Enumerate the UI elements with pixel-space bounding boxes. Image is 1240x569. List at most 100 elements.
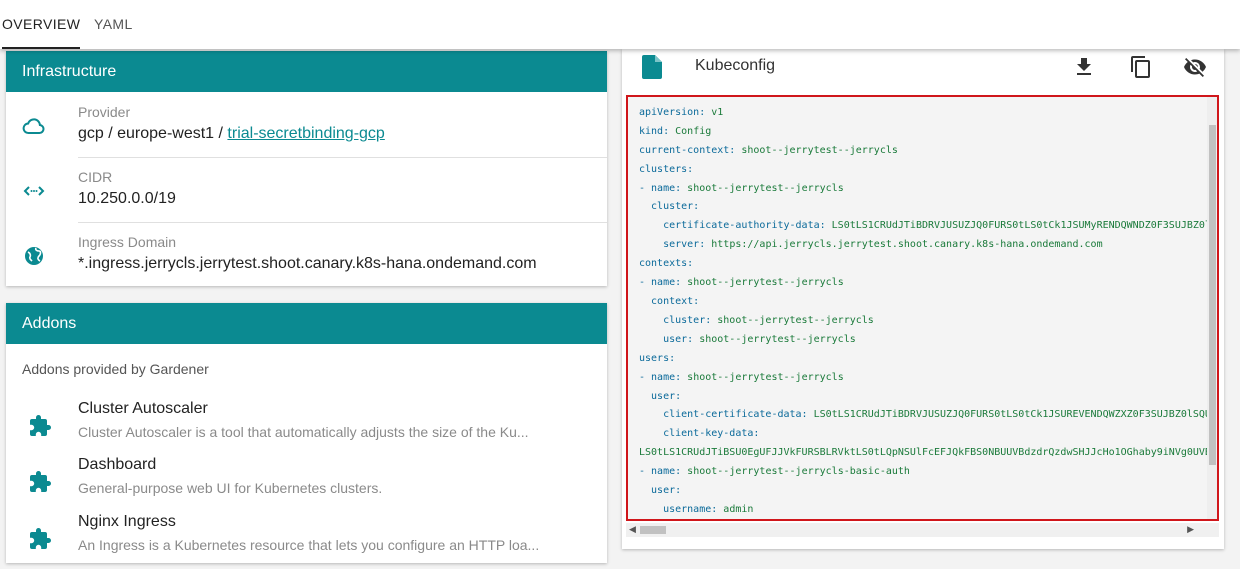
addon-description: General-purpose web UI for Kubernetes cl… xyxy=(78,480,383,496)
yaml-key: contexts: xyxy=(639,258,694,270)
addons-subtitle: Addons provided by Gardener xyxy=(22,361,209,377)
yaml-key: kind: xyxy=(639,125,670,137)
yaml-value: shoot--jerrytest--jerrycls xyxy=(681,371,844,383)
addon-name: Nginx Ingress xyxy=(78,513,176,530)
cidr-row: CIDR 10.250.0.0/19 xyxy=(6,157,607,222)
yaml-key: --- xyxy=(639,97,657,99)
code-line: users: xyxy=(639,350,1211,369)
yaml-value: shoot--jerrytest--jerrycls xyxy=(735,144,898,156)
addon-name: Cluster Autoscaler xyxy=(78,400,208,417)
horizontal-scrollbar[interactable]: ◀ ▶ xyxy=(626,523,1219,537)
code-line: --- xyxy=(639,97,1211,104)
yaml-key: client-certificate-data: xyxy=(639,409,808,421)
code-line: - name: shoot--jerrytest--jerrycls-basic… xyxy=(639,463,1211,482)
cidr-value: 10.250.0.0/19 xyxy=(78,190,176,207)
yaml-key: users: xyxy=(639,352,676,364)
yaml-key: server: xyxy=(639,239,706,251)
addon-description: An Ingress is a Kubernetes resource that… xyxy=(78,537,540,553)
ingress-row: Ingress Domain *.ingress.jerrycls.jerryt… xyxy=(6,222,607,287)
code-line: username: admin xyxy=(639,501,1211,519)
yaml-key: apiVersion: xyxy=(639,106,706,118)
code-line: - name: shoot--jerrytest--jerrycls xyxy=(639,369,1211,388)
addon-item: Cluster Autoscaler Cluster Autoscaler is… xyxy=(6,400,607,456)
infrastructure-card: Infrastructure Provider gcp / europe-wes… xyxy=(6,51,607,286)
code-line: server: https://api.jerrycls.jerrytest.s… xyxy=(639,236,1211,255)
yaml-value: shoot--jerrytest--jerrycls xyxy=(693,333,856,345)
ingress-value: *.ingress.jerrycls.jerrytest.shoot.canar… xyxy=(78,255,537,272)
code-line: cluster: shoot--jerrytest--jerrycls xyxy=(639,312,1211,331)
code-line: - name: shoot--jerrytest--jerrycls xyxy=(639,274,1211,293)
addons-card: Addons Addons provided by Gardener Clust… xyxy=(6,303,607,563)
tab-bar: OVERVIEW YAML xyxy=(0,0,1240,49)
yaml-key: current-context: xyxy=(639,144,736,156)
tab-yaml[interactable]: YAML xyxy=(94,0,133,49)
provider-value: gcp / europe-west1 / trial-secretbinding… xyxy=(78,125,385,143)
copy-icon[interactable] xyxy=(1129,55,1153,79)
code-brackets-icon xyxy=(23,186,45,196)
secretbinding-link[interactable]: trial-secretbinding-gcp xyxy=(227,125,384,142)
globe-icon xyxy=(25,247,43,265)
code-line: certificate-authority-data: LS0tLS1CRUdJ… xyxy=(639,217,1211,236)
yaml-value: https://api.jerrycls.jerrytest.shoot.can… xyxy=(705,239,1103,251)
code-line: apiVersion: v1 xyxy=(639,104,1211,123)
code-line: user: xyxy=(639,482,1211,501)
addon-item: Dashboard General-purpose web UI for Kub… xyxy=(6,456,607,512)
yaml-value: admin xyxy=(717,503,754,515)
yaml-key: username: xyxy=(639,503,718,515)
vertical-scrollbar[interactable] xyxy=(1207,97,1217,519)
code-line: contexts: xyxy=(639,255,1211,274)
yaml-key: - name: xyxy=(639,277,682,289)
kubeconfig-yaml: ---apiVersion: v1kind: Configcurrent-con… xyxy=(639,97,1211,519)
yaml-key: client-key-data: xyxy=(639,428,760,440)
yaml-value: shoot--jerrytest--jerrycls xyxy=(711,314,874,326)
yaml-key: - name: xyxy=(639,182,682,194)
code-line: context: xyxy=(639,293,1211,312)
divider xyxy=(78,222,607,223)
scrollbar-thumb[interactable] xyxy=(1209,125,1216,465)
yaml-value: LS0tLS1CRUdJTiBSU0EgUFJJVkFURSBLRVktLS0t… xyxy=(639,447,1211,459)
divider xyxy=(78,157,607,158)
code-line: cluster: xyxy=(639,198,1211,217)
yaml-value: LS0tLS1CRUdJTiBDRVJUSUZJQ0FURS0tLS0tCk1J… xyxy=(825,220,1211,232)
yaml-value: shoot--jerrytest--jerrycls-basic-auth xyxy=(681,466,910,478)
puzzle-icon xyxy=(30,471,51,492)
addon-name: Dashboard xyxy=(78,456,157,473)
ingress-label: Ingress Domain xyxy=(78,234,177,250)
puzzle-icon xyxy=(30,528,51,549)
yaml-key: clusters: xyxy=(639,163,694,175)
yaml-value: shoot--jerrytest--jerrycls xyxy=(681,182,844,194)
code-line: clusters: xyxy=(639,161,1211,180)
yaml-key: context: xyxy=(639,295,700,307)
puzzle-icon xyxy=(30,415,51,436)
code-line: kind: Config xyxy=(639,123,1211,142)
scroll-right-arrow[interactable]: ▶ xyxy=(1187,524,1194,535)
yaml-key: - name: xyxy=(639,466,682,478)
code-line: LS0tLS1CRUdJTiBSU0EgUFJJVkFURSBLRVktLS0t… xyxy=(639,444,1211,463)
addon-description: Cluster Autoscaler is a tool that automa… xyxy=(78,424,529,440)
yaml-key: user: xyxy=(639,485,682,497)
yaml-value: LS0tLS1CRUdJTiBDRVJUSUZJQ0FURS0tLS0tCk1J… xyxy=(807,409,1211,421)
kubeconfig-title: Kubeconfig xyxy=(695,57,776,74)
yaml-key: cluster: xyxy=(639,314,712,326)
code-line: client-key-data: xyxy=(639,425,1211,444)
yaml-value: v1 xyxy=(705,106,724,118)
scrollbar-thumb[interactable] xyxy=(640,526,666,534)
kubeconfig-card: Kubeconfig ---apiVersion: v1kind: Config… xyxy=(622,49,1224,549)
cidr-label: CIDR xyxy=(78,169,113,185)
code-line: current-context: shoot--jerrytest--jerry… xyxy=(639,142,1211,161)
provider-row: Provider gcp / europe-west1 / trial-secr… xyxy=(6,92,607,157)
code-line: user: shoot--jerrytest--jerrycls xyxy=(639,331,1211,350)
file-icon xyxy=(642,55,662,79)
yaml-key: certificate-authority-data: xyxy=(639,220,826,232)
yaml-key: cluster: xyxy=(639,201,700,213)
yaml-value: shoot--jerrytest--jerrycls xyxy=(681,277,844,289)
yaml-value: Config xyxy=(669,125,712,137)
addons-header: Addons xyxy=(6,303,607,344)
visibility-off-icon[interactable] xyxy=(1183,55,1207,79)
download-icon[interactable] xyxy=(1072,55,1096,79)
scroll-left-arrow[interactable]: ◀ xyxy=(629,524,636,535)
kubeconfig-code-editor[interactable]: ---apiVersion: v1kind: Configcurrent-con… xyxy=(626,95,1219,521)
yaml-key: user: xyxy=(639,333,694,345)
addon-item: Nginx Ingress An Ingress is a Kubernetes… xyxy=(6,513,607,569)
tab-overview[interactable]: OVERVIEW xyxy=(2,0,81,49)
